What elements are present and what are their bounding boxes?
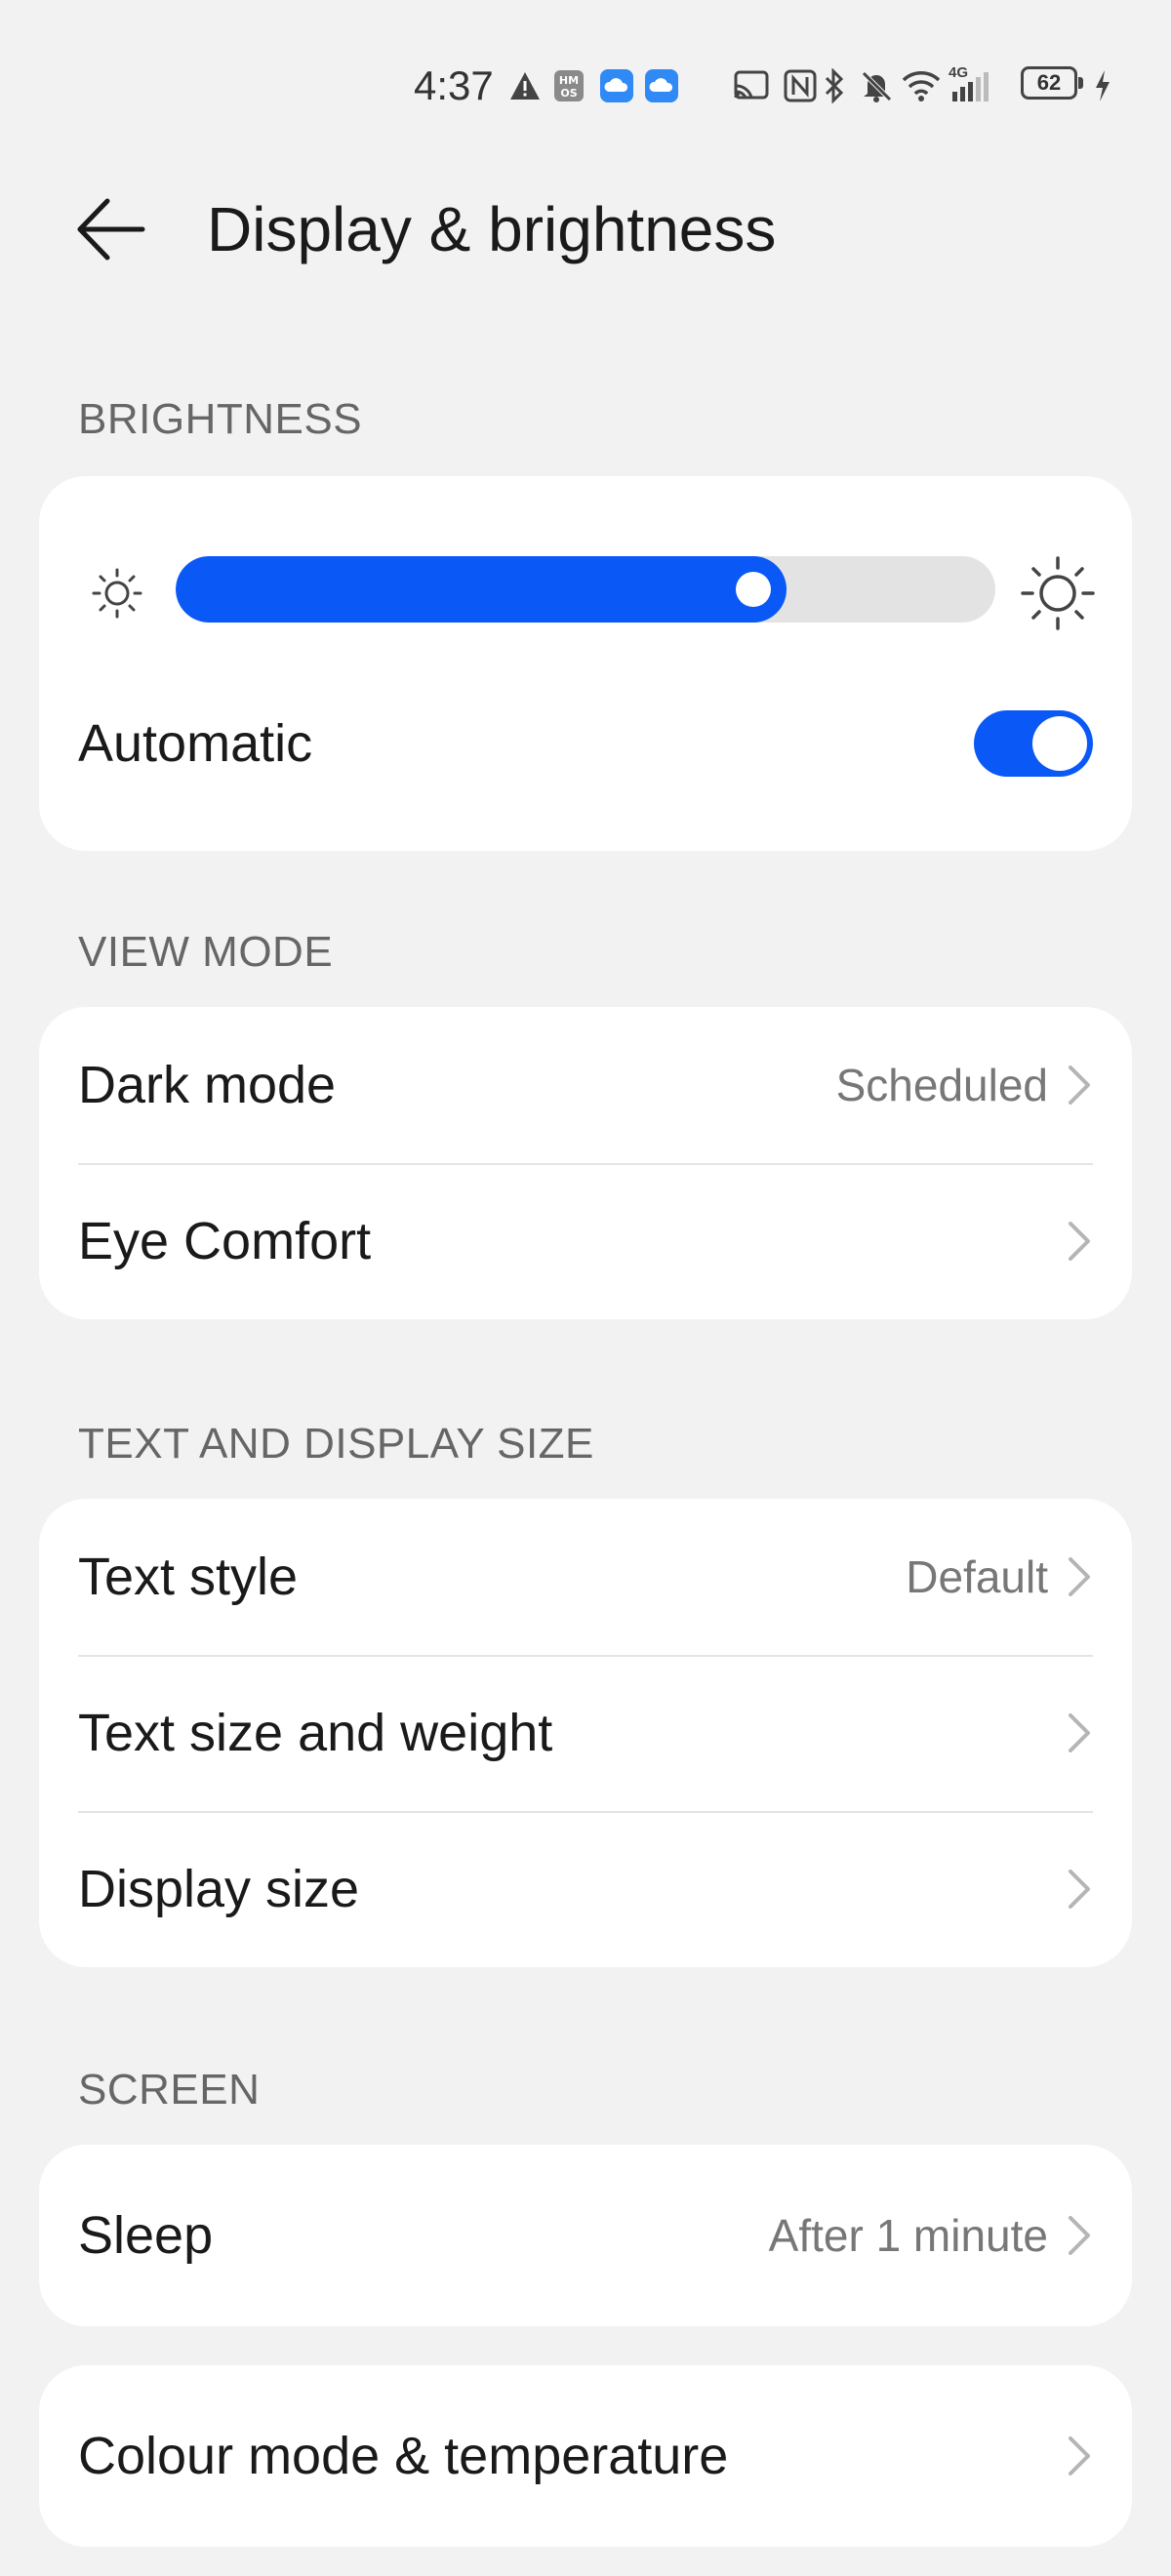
- text-size-weight-row[interactable]: Text size and weight: [39, 1655, 1132, 1811]
- hmos-icon: HM OS: [554, 70, 584, 101]
- sleep-label: Sleep: [78, 2206, 214, 2265]
- dark-mode-row[interactable]: Dark mode Scheduled: [39, 1007, 1132, 1163]
- dark-mode-label: Dark mode: [78, 1056, 337, 1114]
- brightness-card: Automatic: [39, 476, 1132, 851]
- chevron-right-icon: [1069, 1557, 1090, 1596]
- signal-icon: [952, 72, 989, 101]
- svg-text:OS: OS: [560, 87, 577, 100]
- charging-icon: [1096, 70, 1110, 101]
- dark-mode-value: Scheduled: [835, 1060, 1048, 1110]
- colour-mode-label: Colour mode & temperature: [78, 2427, 729, 2485]
- colour-card: Colour mode & temperature: [39, 2365, 1132, 2547]
- svg-text:HM: HM: [559, 74, 579, 87]
- page-title: Display & brightness: [207, 194, 777, 264]
- cast-icon: [734, 70, 769, 100]
- chevron-right-icon: [1069, 2436, 1090, 2475]
- chevron-right-icon: [1069, 1222, 1090, 1261]
- bluetooth-icon: [825, 68, 844, 103]
- chevron-right-icon: [1069, 1066, 1090, 1105]
- brightness-high-icon: [1021, 556, 1095, 630]
- text-display-card: Text style Default Text size and weight …: [39, 1499, 1132, 1967]
- nfc-icon: [784, 69, 817, 102]
- mute-icon: [862, 71, 892, 102]
- automatic-brightness-toggle[interactable]: [974, 710, 1093, 777]
- text-style-label: Text style: [78, 1548, 299, 1606]
- colour-mode-row[interactable]: Colour mode & temperature: [39, 2365, 1132, 2547]
- eye-comfort-row[interactable]: Eye Comfort: [39, 1163, 1132, 1319]
- brightness-low-icon: [92, 568, 142, 619]
- automatic-brightness-label: Automatic: [78, 714, 313, 773]
- text-display-section-header: TEXT AND DISPLAY SIZE: [78, 1420, 594, 1468]
- text-size-weight-label: Text size and weight: [78, 1704, 553, 1762]
- screen-section-header: SCREEN: [78, 2066, 261, 2113]
- chevron-right-icon: [1069, 1713, 1090, 1752]
- sleep-value: After 1 minute: [768, 2210, 1048, 2261]
- brightness-slider-thumb[interactable]: [736, 572, 771, 607]
- text-style-row[interactable]: Text style Default: [39, 1499, 1132, 1655]
- sleep-row[interactable]: Sleep After 1 minute: [39, 2145, 1132, 2326]
- wifi-icon: [902, 71, 941, 101]
- display-size-row[interactable]: Display size: [39, 1811, 1132, 1967]
- brightness-section-header: BRIGHTNESS: [78, 395, 363, 443]
- display-size-label: Display size: [78, 1860, 360, 1918]
- chevron-right-icon: [1069, 1870, 1090, 1909]
- status-bar: 4:37 HM OS 4G 62: [0, 57, 1171, 115]
- cloud-icon: [600, 69, 633, 102]
- brightness-slider-fill: [176, 556, 787, 623]
- back-arrow-icon: [77, 198, 145, 261]
- back-button[interactable]: [70, 185, 168, 273]
- toggle-knob: [1032, 716, 1087, 771]
- status-time: 4:37: [414, 62, 494, 108]
- automatic-brightness-row[interactable]: Automatic: [39, 665, 1132, 822]
- screen-card: Sleep After 1 minute: [39, 2145, 1132, 2326]
- battery-indicator: 62: [1021, 66, 1083, 100]
- view-mode-section-header: VIEW MODE: [78, 928, 334, 976]
- text-style-value: Default: [906, 1551, 1048, 1602]
- brightness-slider[interactable]: [176, 556, 995, 623]
- alert-icon: [510, 72, 540, 100]
- view-mode-card: Dark mode Scheduled Eye Comfort: [39, 1007, 1132, 1319]
- chevron-right-icon: [1069, 2216, 1090, 2255]
- eye-comfort-label: Eye Comfort: [78, 1212, 372, 1270]
- cloud-icon: [645, 69, 678, 102]
- brightness-slider-row: [39, 476, 1132, 662]
